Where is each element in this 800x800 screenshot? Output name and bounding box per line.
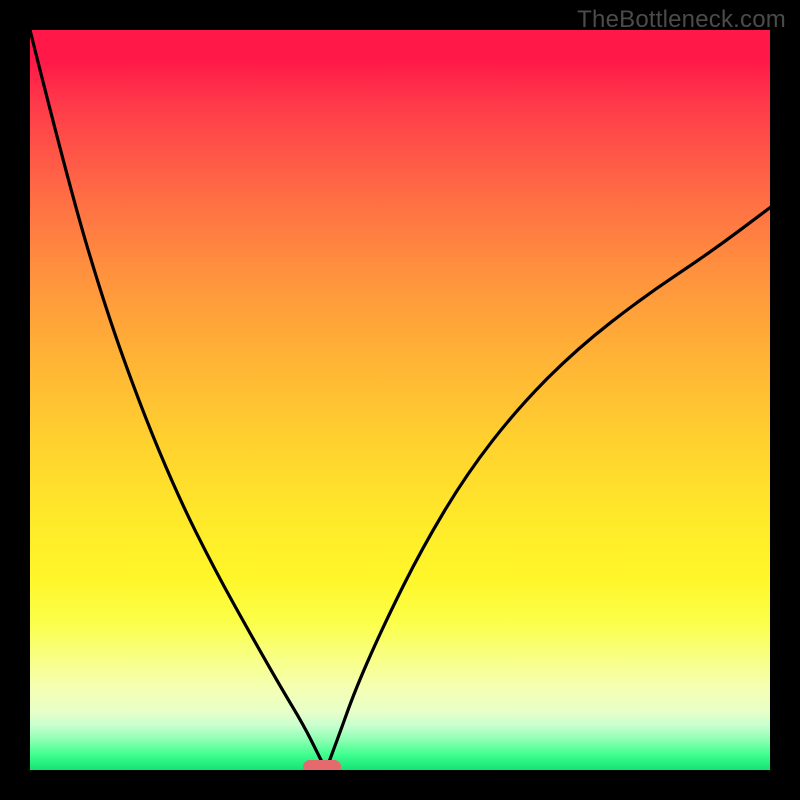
watermark-text: TheBottleneck.com <box>577 6 786 34</box>
curve-layer <box>30 30 770 770</box>
left-branch-curve <box>30 30 326 770</box>
bottleneck-marker <box>303 760 341 770</box>
right-branch-curve <box>326 208 770 770</box>
plot-area <box>30 30 770 770</box>
chart-frame: TheBottleneck.com <box>0 0 800 800</box>
